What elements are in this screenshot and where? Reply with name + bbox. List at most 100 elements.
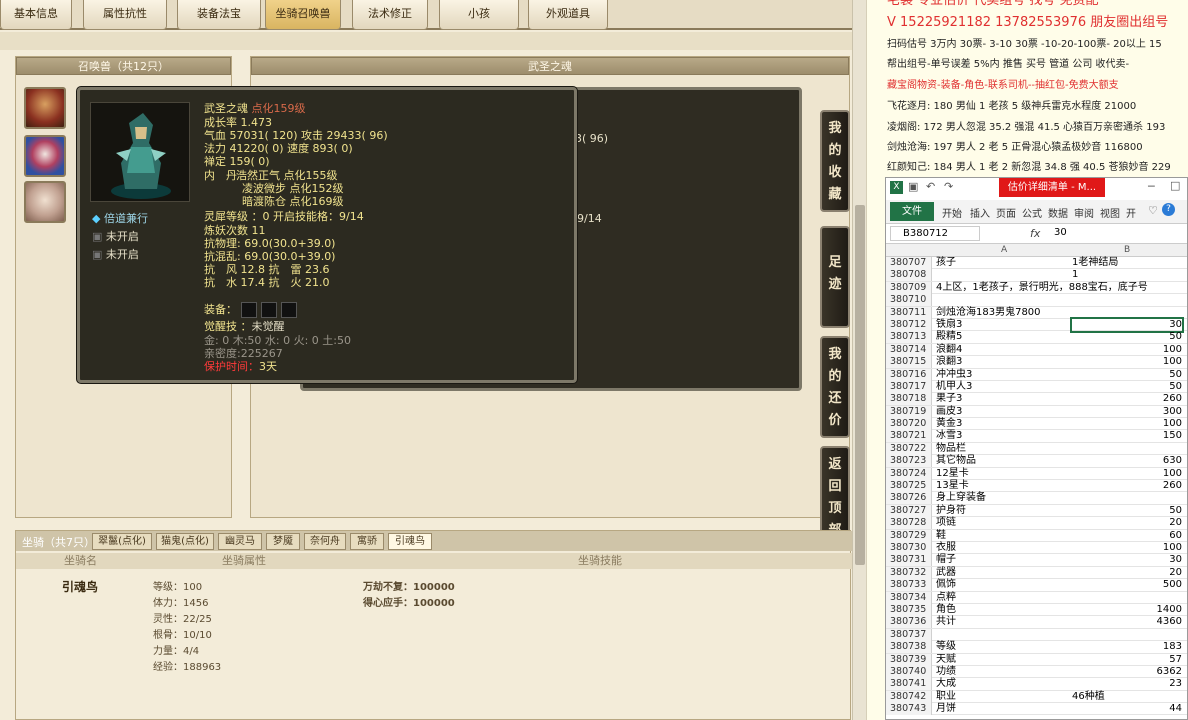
cell-b[interactable]: 30 [1070, 316, 1184, 333]
my-offer-button[interactable]: 我的还价 [820, 336, 850, 438]
column-a-header[interactable]: A [1001, 245, 1007, 255]
row-number[interactable]: 380718 [886, 393, 932, 406]
row-number[interactable]: 380711 [886, 306, 932, 319]
row-number[interactable]: 380720 [886, 418, 932, 431]
tab-spell[interactable]: 法术修正 [352, 0, 428, 30]
row-number[interactable]: 380723 [886, 455, 932, 468]
help-icon[interactable]: ? [1162, 203, 1175, 216]
cell-a[interactable]: 果子3 [936, 393, 1070, 405]
save-icon[interactable]: ▣ [908, 180, 918, 193]
row-number[interactable]: 380725 [886, 480, 932, 493]
cell-a[interactable]: 身上穿装备 [936, 492, 1070, 504]
cell-a[interactable]: 佩饰 [936, 579, 1070, 591]
cell-b[interactable]: 150 [1072, 430, 1182, 442]
fx-icon[interactable]: fx [1030, 227, 1040, 240]
cell-a[interactable]: 其它物品 [936, 455, 1070, 467]
cell-b[interactable]: 300 [1072, 406, 1182, 418]
row-number[interactable]: 380708 [886, 269, 932, 282]
ribbon-data[interactable]: 数据 [1048, 205, 1068, 220]
row-number[interactable]: 380736 [886, 616, 932, 629]
mount-tab-4[interactable]: 梦魇 [266, 533, 300, 550]
mount-tab-6[interactable]: 寓骄 [350, 533, 384, 550]
redo-icon[interactable]: ↷ [944, 180, 953, 193]
ribbon-view[interactable]: 视图 [1100, 205, 1120, 220]
cell-b[interactable]: 6362 [1072, 666, 1182, 678]
cell-b[interactable]: 30 [1072, 554, 1182, 566]
cell-b[interactable]: 100 [1072, 418, 1182, 430]
tab-child[interactable]: 小孩 [439, 0, 519, 30]
cell-a[interactable]: 共计 [936, 616, 1070, 628]
cell-b[interactable]: 260 [1072, 480, 1182, 492]
row-number[interactable]: 380707 [886, 257, 932, 269]
row-number[interactable]: 380734 [886, 591, 932, 604]
row-number[interactable]: 380733 [886, 579, 932, 592]
cell-a[interactable]: 铁扇3 [936, 319, 1070, 331]
cell-a[interactable]: 护身符 [936, 505, 1070, 517]
cell-a[interactable]: 冲冲虫3 [936, 369, 1070, 381]
row-number[interactable]: 380727 [886, 504, 932, 517]
ribbon-page[interactable]: 页面 [996, 205, 1016, 220]
row-number[interactable]: 380722 [886, 442, 932, 455]
cell-b[interactable]: 50 [1072, 381, 1182, 393]
name-box[interactable]: B380712 [890, 226, 980, 241]
row-number[interactable]: 380729 [886, 529, 932, 542]
cell-a[interactable]: 4上区，1老孩子，景行明光，888宝石，底子号 [936, 282, 1148, 294]
cell-a[interactable]: 殿精5 [936, 331, 1070, 343]
cell-a[interactable]: 画皮3 [936, 406, 1070, 418]
ribbon-more[interactable]: 开 [1126, 205, 1136, 220]
row-number[interactable]: 380737 [886, 628, 932, 641]
row-number[interactable]: 380710 [886, 294, 932, 307]
row-number[interactable]: 380712 [886, 318, 932, 331]
cell-b[interactable]: 23 [1072, 678, 1182, 690]
summon-avatar-2[interactable] [24, 135, 66, 177]
ribbon-home[interactable]: 开始 [942, 205, 962, 220]
maximize-icon[interactable]: □ [1170, 179, 1180, 192]
ribbon-formula[interactable]: 公式 [1022, 205, 1042, 220]
equip-slot-1[interactable] [240, 302, 257, 318]
row-number[interactable]: 380740 [886, 665, 932, 678]
cell-b[interactable]: 1400 [1072, 604, 1182, 616]
row-number[interactable]: 380735 [886, 603, 932, 616]
formula-input[interactable]: 30 [1054, 227, 1067, 238]
cell-a[interactable]: 月饼 [936, 703, 1070, 715]
cell-b[interactable]: 50 [1072, 505, 1182, 517]
mount-tab-2[interactable]: 猫鬼(点化) [156, 533, 214, 550]
row-number[interactable]: 380728 [886, 517, 932, 530]
cell-a[interactable]: 天赋 [936, 654, 1070, 666]
row-number[interactable]: 380715 [886, 356, 932, 369]
mount-tab-5[interactable]: 奈何舟 [304, 533, 346, 550]
cell-a[interactable]: 孩子 [936, 257, 1070, 269]
row-number[interactable]: 380721 [886, 430, 932, 443]
cell-a[interactable]: 帽子 [936, 554, 1070, 566]
cell-b[interactable]: 100 [1072, 356, 1182, 368]
cell-a[interactable]: 黄金3 [936, 418, 1070, 430]
cell-a[interactable]: 机甲人3 [936, 381, 1070, 393]
row-number[interactable]: 380742 [886, 690, 932, 703]
tab-equipment[interactable]: 装备法宝 [177, 0, 261, 30]
cell-a[interactable]: 冰雪3 [936, 430, 1070, 442]
cell-b[interactable]: 57 [1072, 654, 1182, 666]
mount-tab-3[interactable]: 幽灵马 [218, 533, 262, 550]
cell-a[interactable]: 项链 [936, 517, 1070, 529]
cell-a[interactable]: 角色 [936, 604, 1070, 616]
cell-a[interactable]: 鞋 [936, 530, 1070, 542]
ribbon-insert[interactable]: 插入 [970, 205, 990, 220]
heart-icon[interactable]: ♡ [1148, 204, 1158, 217]
equip-slot-3[interactable] [280, 302, 297, 318]
tab-basic-info[interactable]: 基本信息 [0, 0, 72, 30]
summon-avatar-1[interactable] [24, 87, 66, 129]
cell-a[interactable]: 物品栏 [936, 443, 1070, 455]
summon-avatar-3[interactable] [24, 181, 66, 223]
undo-icon[interactable]: ↶ [926, 180, 935, 193]
tab-attributes[interactable]: 属性抗性 [83, 0, 167, 30]
favorites-button[interactable]: 我的收藏 [820, 110, 850, 212]
row-number[interactable]: 380719 [886, 405, 932, 418]
cell-a[interactable]: 浪翻4 [936, 344, 1070, 356]
row-number[interactable]: 380738 [886, 641, 932, 654]
cell-a[interactable]: 大成 [936, 678, 1070, 690]
cell-b[interactable]: 20 [1072, 567, 1182, 579]
cell-a[interactable]: 12星卡 [936, 468, 1070, 480]
cell-b[interactable]: 100 [1072, 542, 1182, 554]
mount-tab-1[interactable]: 翠鬣(点化) [92, 533, 152, 550]
cell-a[interactable]: 浪翻3 [936, 356, 1070, 368]
